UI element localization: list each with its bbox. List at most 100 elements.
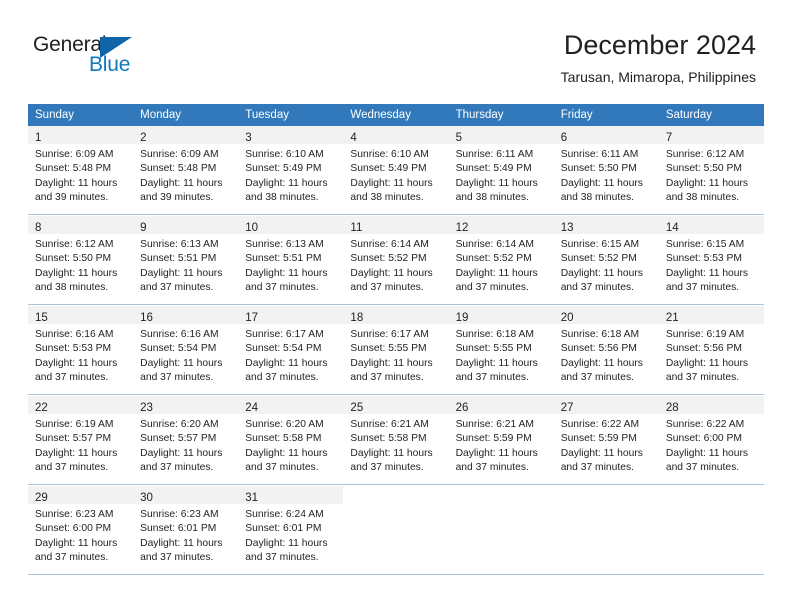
logo-text-blue: Blue — [89, 53, 131, 76]
day-number-band: 12 — [448, 216, 554, 234]
day-number-band: 26 — [448, 396, 554, 414]
day-cell-14[interactable]: 14 Sunrise: 6:15 AM Sunset: 5:53 PM Dayligh… — [658, 216, 764, 304]
day-cell-empty — [553, 486, 659, 574]
daylight-text-line2: and 37 minutes. — [35, 462, 109, 474]
day-number: 29 — [35, 492, 48, 504]
day-number: 6 — [560, 132, 568, 144]
day-number: 12 — [455, 222, 469, 234]
sunrise-text: Sunrise: 6:10 AM — [245, 149, 324, 160]
daylight-text-line2: and 37 minutes. — [455, 462, 529, 474]
day-number: 1 — [35, 132, 42, 144]
day-info: Sunrise: 6:15 AM Sunset: 5:53 PM Daylight:… — [659, 234, 764, 302]
day-number: 21 — [665, 312, 679, 324]
day-number-band: 29 — [28, 486, 134, 504]
daylight-text-line2: and 37 minutes. — [140, 282, 214, 294]
day-number-band: 16 — [133, 306, 239, 324]
day-info: Sunrise: 6:17 AM Sunset: 5:54 PM Daylight:… — [238, 324, 343, 392]
sunset-text: Sunset: 5:52 PM — [560, 253, 637, 265]
daylight-text-line1: Daylight: 11 hours — [350, 267, 433, 279]
daylight-text-line2: and 37 minutes. — [140, 552, 214, 564]
daylight-text-line2: and 37 minutes. — [35, 372, 109, 384]
day-number-band: 15 — [28, 306, 134, 324]
day-info: Sunrise: 6:11 AM Sunset: 5:50 PM Daylight:… — [554, 144, 659, 212]
sunrise-text: Sunrise: 6:14 AM — [350, 239, 429, 250]
day-cell-empty — [658, 486, 764, 574]
general-blue-logo[interactable]: General Blue — [33, 33, 163, 83]
day-number-band: 11 — [343, 216, 449, 234]
day-number-band: 13 — [553, 216, 659, 234]
calendar-weeks: 1 Sunrise: 6:09 AM Sunset: 5:48 PM Daylight… — [28, 126, 764, 575]
day-number-band: 5 — [448, 126, 554, 144]
sunrise-text: Sunrise: 6:13 AM — [140, 239, 219, 250]
daylight-text-line2: and 37 minutes. — [350, 282, 424, 294]
page-header: General Blue December 2024 Tarusan, Mima… — [0, 0, 792, 100]
day-info: Sunrise: 6:10 AM Sunset: 5:49 PM Daylight:… — [238, 144, 343, 212]
day-cell-7[interactable]: 7 Sunrise: 6:12 AM Sunset: 5:50 PM Daylight… — [658, 126, 764, 214]
daylight-text-line1: Daylight: 11 hours — [560, 267, 643, 279]
day-cell-8[interactable]: 8 Sunrise: 6:12 AM Sunset: 5:50 PM Daylight… — [28, 216, 134, 304]
day-cell-21[interactable]: 21 Sunrise: 6:19 AM Sunset: 5:56 PM Dayligh… — [658, 306, 764, 394]
daylight-text-line2: and 37 minutes. — [560, 372, 634, 384]
day-cell-28[interactable]: 28 Sunrise: 6:22 AM Sunset: 6:00 PM Dayligh… — [658, 396, 764, 484]
day-cell-9[interactable]: 9 Sunrise: 6:13 AM Sunset: 5:51 PM Daylight… — [133, 216, 239, 304]
sunset-text: Sunset: 5:49 PM — [245, 163, 322, 175]
calendar-week-row: 8 Sunrise: 6:12 AM Sunset: 5:50 PM Daylight… — [28, 215, 764, 305]
sunset-text: Sunset: 5:59 PM — [455, 433, 532, 445]
day-number-band: 30 — [133, 486, 239, 504]
day-cell-25[interactable]: 25 Sunrise: 6:21 AM Sunset: 5:58 PM Dayligh… — [343, 396, 449, 484]
day-number: 28 — [665, 402, 679, 414]
day-cell-26[interactable]: 26 Sunrise: 6:21 AM Sunset: 5:59 PM Dayligh… — [448, 396, 554, 484]
day-cell-30[interactable]: 30 Sunrise: 6:23 AM Sunset: 6:01 PM Dayligh… — [133, 486, 239, 574]
daylight-text-line2: and 37 minutes. — [665, 282, 740, 294]
day-cell-1[interactable]: 1 Sunrise: 6:09 AM Sunset: 5:48 PM Daylight… — [28, 126, 134, 214]
day-cell-12[interactable]: 12 Sunrise: 6:14 AM Sunset: 5:52 PM Dayligh… — [448, 216, 554, 304]
daylight-text-line2: and 37 minutes. — [455, 372, 529, 384]
day-number: 10 — [245, 222, 259, 234]
day-number: 26 — [455, 402, 469, 414]
day-cell-23[interactable]: 23 Sunrise: 6:20 AM Sunset: 5:57 PM Dayligh… — [133, 396, 239, 484]
day-number-band: 8 — [28, 216, 134, 234]
day-info: Sunrise: 6:19 AM Sunset: 5:56 PM Daylight:… — [659, 324, 764, 392]
day-cell-4[interactable]: 4 Sunrise: 6:10 AM Sunset: 5:49 PM Daylight… — [343, 126, 449, 214]
day-cell-16[interactable]: 16 Sunrise: 6:16 AM Sunset: 5:54 PM Dayligh… — [133, 306, 239, 394]
daylight-text-line1: Daylight: 11 hours — [560, 357, 643, 369]
daylight-text-line1: Daylight: 11 hours — [350, 177, 433, 189]
day-number: 30 — [140, 492, 153, 504]
day-info: Sunrise: 6:23 AM Sunset: 6:01 PM Daylight:… — [133, 504, 238, 572]
day-cell-19[interactable]: 19 Sunrise: 6:18 AM Sunset: 5:55 PM Dayligh… — [448, 306, 554, 394]
day-cell-5[interactable]: 5 Sunrise: 6:11 AM Sunset: 5:49 PM Daylight… — [448, 126, 554, 214]
day-cell-29[interactable]: 29 Sunrise: 6:23 AM Sunset: 6:00 PM Dayligh… — [28, 486, 134, 574]
sunset-text: Sunset: 6:01 PM — [140, 523, 217, 535]
day-number: 16 — [140, 312, 153, 324]
day-info: Sunrise: 6:09 AM Sunset: 5:48 PM Daylight:… — [28, 144, 133, 212]
day-cell-10[interactable]: 10 Sunrise: 6:13 AM Sunset: 5:51 PM Dayligh… — [238, 216, 344, 304]
day-cell-27[interactable]: 27 Sunrise: 6:22 AM Sunset: 5:59 PM Dayligh… — [553, 396, 659, 484]
day-cell-11[interactable]: 11 Sunrise: 6:14 AM Sunset: 5:52 PM Dayligh… — [343, 216, 449, 304]
day-cell-6[interactable]: 6 Sunrise: 6:11 AM Sunset: 5:50 PM Daylight… — [553, 126, 659, 214]
daylight-text-line2: and 37 minutes. — [140, 372, 214, 384]
day-number-band: 27 — [553, 396, 659, 414]
day-info: Sunrise: 6:13 AM Sunset: 5:51 PM Daylight:… — [133, 234, 238, 302]
daylight-text-line1: Daylight: 11 hours — [665, 447, 749, 459]
day-number-band: 31 — [238, 486, 344, 504]
day-cell-20[interactable]: 20 Sunrise: 6:18 AM Sunset: 5:56 PM Dayligh… — [553, 306, 659, 394]
sunrise-text: Sunrise: 6:10 AM — [350, 149, 429, 160]
day-cell-24[interactable]: 24 Sunrise: 6:20 AM Sunset: 5:58 PM Dayligh… — [238, 396, 344, 484]
day-cell-13[interactable]: 13 Sunrise: 6:15 AM Sunset: 5:52 PM Dayligh… — [553, 216, 659, 304]
page-subtitle: Tarusan, Mimaropa, Philippines — [560, 69, 756, 85]
daylight-text-line2: and 37 minutes. — [350, 462, 424, 474]
day-info: Sunrise: 6:18 AM Sunset: 5:56 PM Daylight:… — [554, 324, 659, 392]
sunrise-text: Sunrise: 6:22 AM — [560, 419, 640, 430]
day-cell-3[interactable]: 3 Sunrise: 6:10 AM Sunset: 5:49 PM Daylight… — [238, 126, 344, 214]
day-cell-22[interactable]: 22 Sunrise: 6:19 AM Sunset: 5:57 PM Dayligh… — [28, 396, 134, 484]
day-cell-31[interactable]: 31 Sunrise: 6:24 AM Sunset: 6:01 PM Dayligh… — [238, 486, 344, 574]
sunset-text: Sunset: 5:49 PM — [455, 163, 532, 175]
day-cell-15[interactable]: 15 Sunrise: 6:16 AM Sunset: 5:53 PM Dayligh… — [28, 306, 134, 394]
daylight-text-line2: and 37 minutes. — [245, 282, 319, 294]
sunrise-text: Sunrise: 6:22 AM — [665, 419, 745, 430]
day-cell-2[interactable]: 2 Sunrise: 6:09 AM Sunset: 5:48 PM Daylight… — [133, 126, 239, 214]
day-info: Sunrise: 6:21 AM Sunset: 5:58 PM Daylight:… — [343, 414, 448, 482]
day-cell-17[interactable]: 17 Sunrise: 6:17 AM Sunset: 5:54 PM Dayligh… — [238, 306, 344, 394]
title-block: December 2024 Tarusan, Mimaropa, Philipp… — [561, 28, 756, 86]
day-cell-18[interactable]: 18 Sunrise: 6:17 AM Sunset: 5:55 PM Dayligh… — [343, 306, 449, 394]
